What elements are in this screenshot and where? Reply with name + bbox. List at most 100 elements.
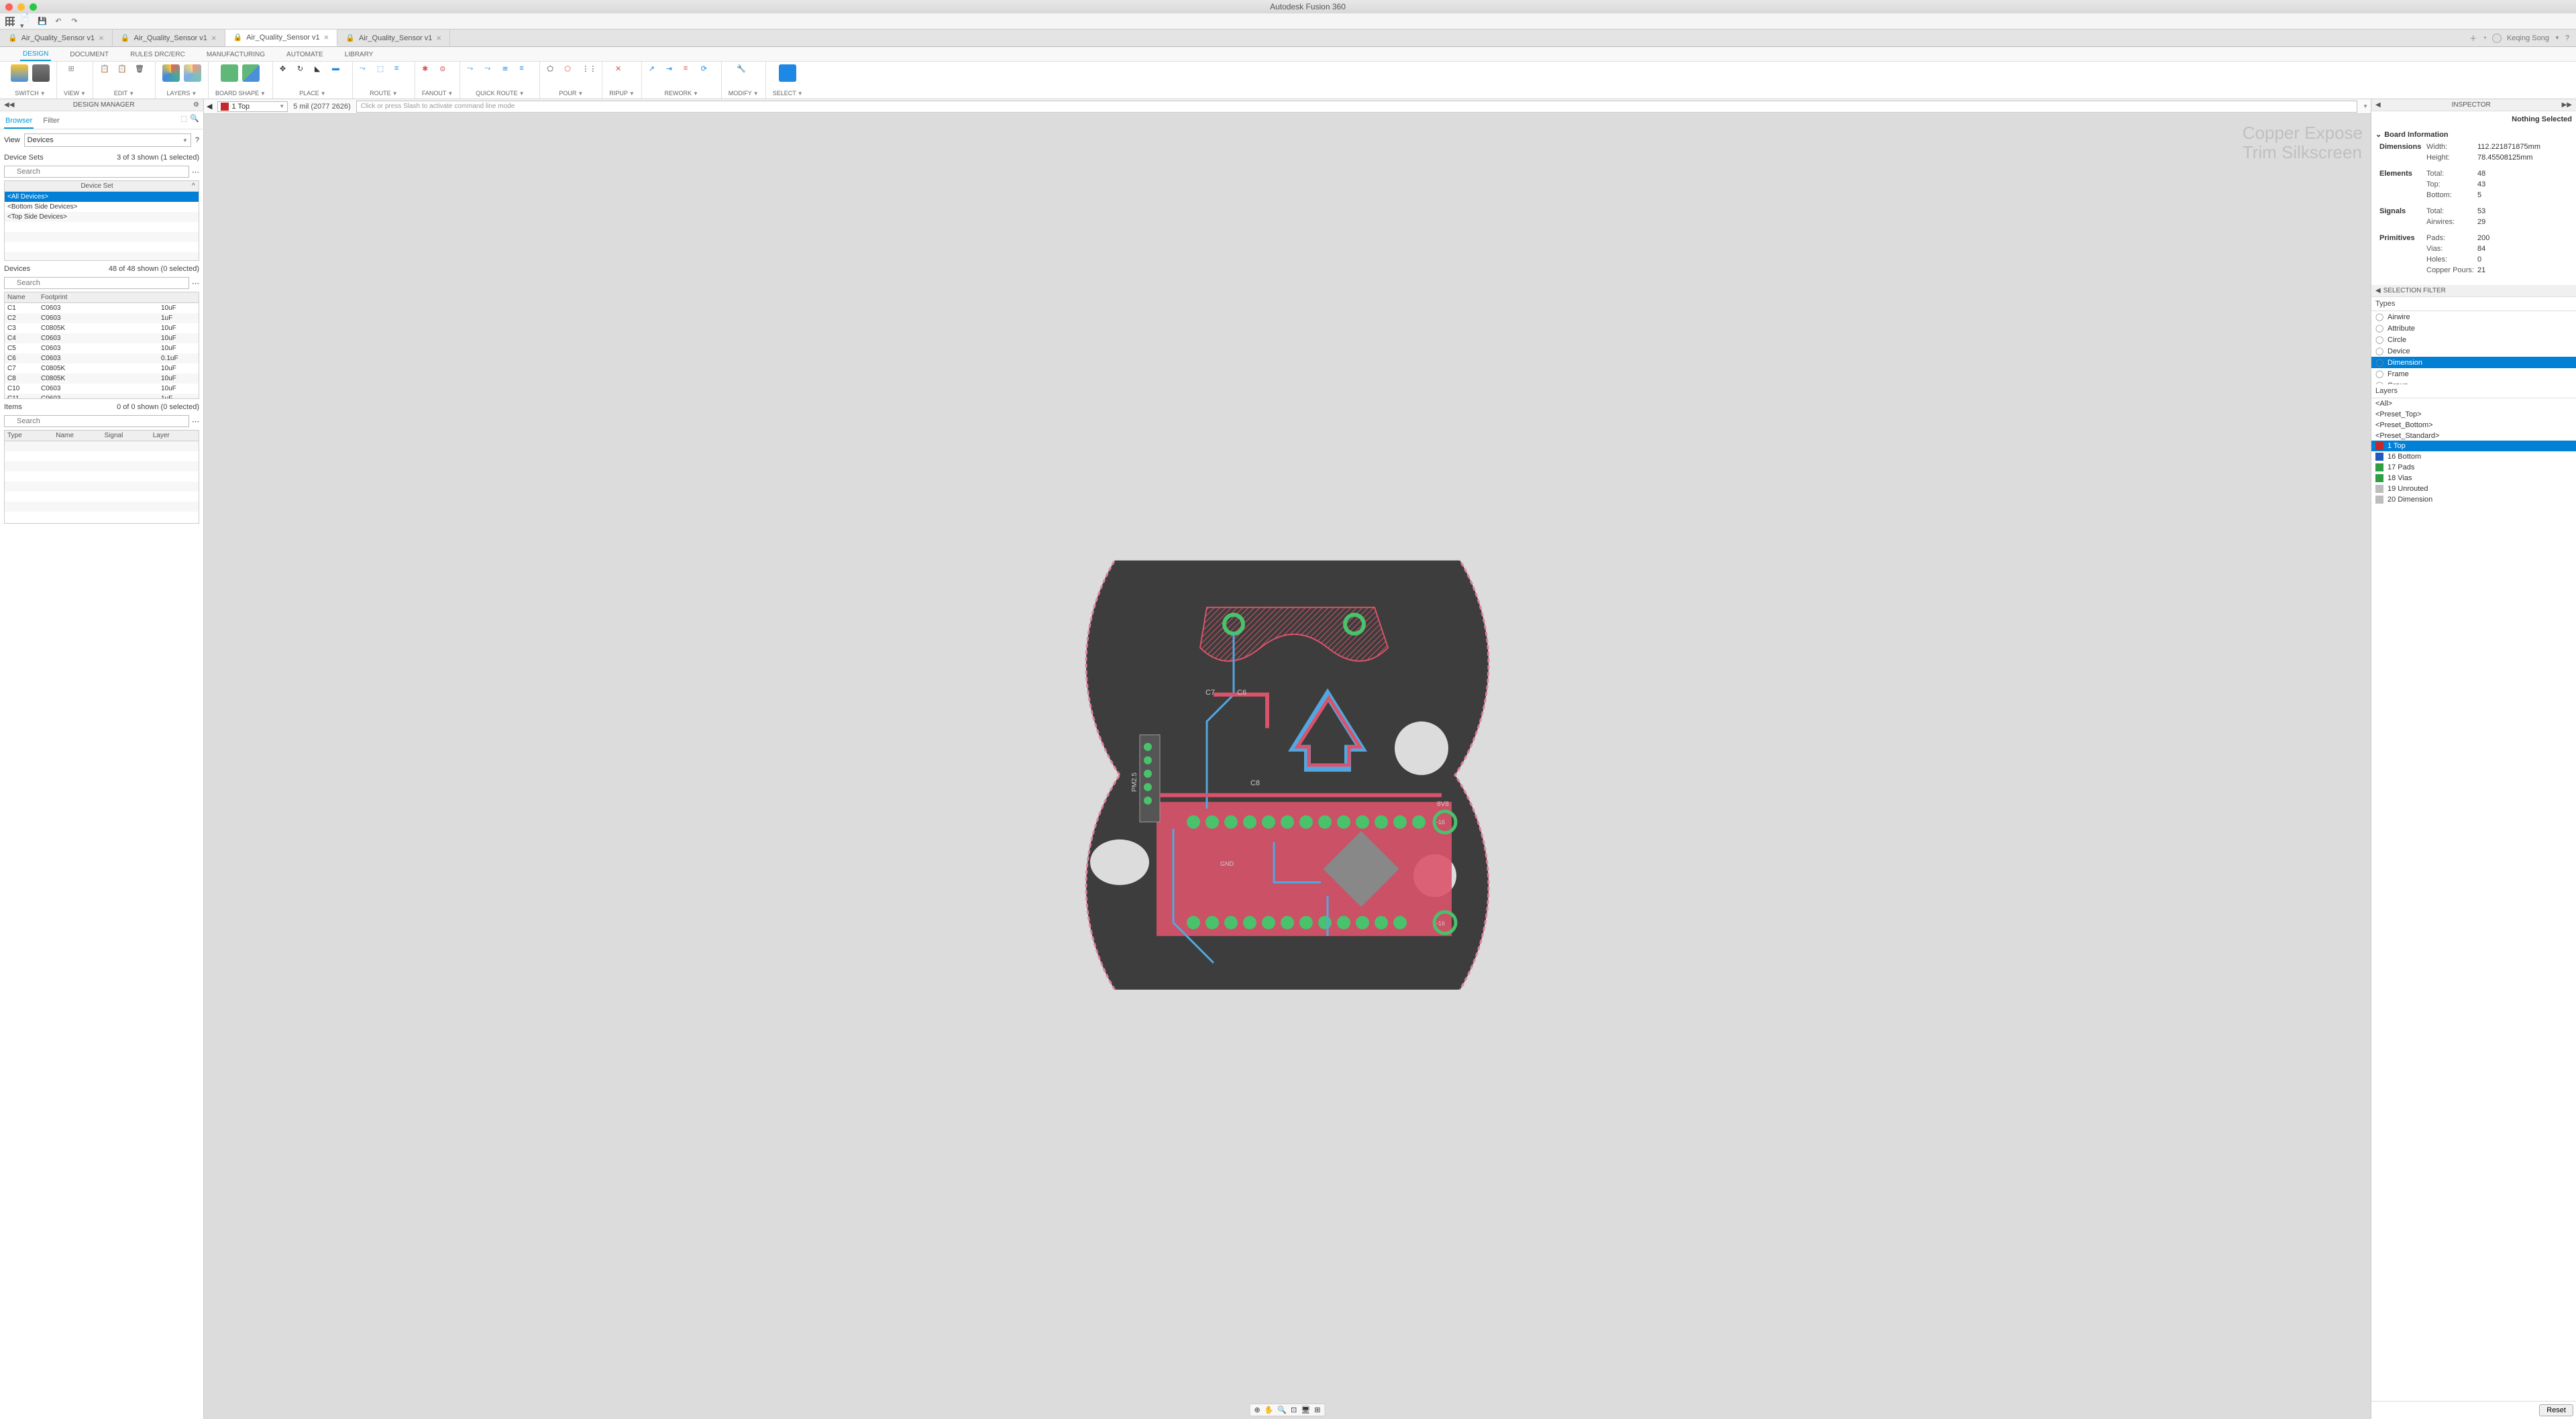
save-icon[interactable]: 💾: [36, 15, 48, 27]
extensions-icon[interactable]: ◔: [2482, 34, 2487, 42]
layer-preset[interactable]: <Preset_Standard>: [2371, 431, 2576, 441]
fanout-icon[interactable]: ✱: [422, 64, 435, 78]
quickroute-sel-icon[interactable]: ⤳: [484, 64, 498, 78]
apps-icon[interactable]: [4, 15, 16, 27]
slide-icon[interactable]: ↗: [649, 64, 662, 78]
filter-type-item[interactable]: ◯Frame: [2371, 368, 2576, 380]
new-tab-icon[interactable]: ＋: [2469, 33, 2477, 44]
user-avatar-icon[interactable]: [2492, 34, 2502, 43]
file-menu-icon[interactable]: 📄▾: [20, 15, 32, 27]
paste-icon[interactable]: 📋: [117, 64, 131, 78]
view-label[interactable]: VIEW▼: [64, 90, 86, 97]
place-label[interactable]: PLACE▼: [299, 90, 325, 97]
pour-label[interactable]: POUR▼: [559, 90, 583, 97]
ribbon-tab-document[interactable]: DOCUMENT: [67, 48, 111, 60]
col-type[interactable]: Type: [5, 431, 53, 441]
filter-tab[interactable]: Filter: [42, 114, 60, 129]
tab-close-icon[interactable]: ×: [211, 33, 217, 43]
board-shape-icon[interactable]: [242, 64, 260, 82]
route-diff-icon[interactable]: ⬚: [377, 64, 390, 78]
device-row[interactable]: C4C060310uF: [5, 333, 199, 343]
window-zoom-icon[interactable]: [30, 3, 37, 11]
help-icon[interactable]: ?: [195, 136, 199, 144]
select-icon[interactable]: [779, 64, 796, 82]
document-tab[interactable]: 🔒 Air_Quality_Sensor v1×: [113, 30, 225, 46]
move-icon[interactable]: ✥: [280, 64, 293, 78]
window-close-icon[interactable]: [5, 3, 13, 11]
fanout-via-icon[interactable]: ⊜: [439, 64, 453, 78]
layers-icon[interactable]: [162, 64, 180, 82]
switch-2d-icon[interactable]: [11, 64, 28, 82]
command-line-input[interactable]: Click or press Slash to activate command…: [356, 101, 2357, 113]
layer-item[interactable]: 17 Pads: [2371, 462, 2576, 473]
boardshape-label[interactable]: BOARD SHAPE▼: [215, 90, 266, 97]
layer-selector[interactable]: 1 Top▼: [217, 101, 288, 112]
deviceset-row[interactable]: <Top Side Devices>: [5, 212, 199, 222]
select-label[interactable]: SELECT▼: [773, 90, 803, 97]
deviceset-row[interactable]: <All Devices>: [5, 192, 199, 202]
layer-item[interactable]: 18 Vias: [2371, 473, 2576, 484]
delete-icon[interactable]: 🗑: [135, 64, 148, 78]
quickroute-label[interactable]: QUICK ROUTE▼: [476, 90, 524, 97]
device-row[interactable]: C3C0805K10uF: [5, 323, 199, 333]
panel-collapse-icon[interactable]: ◀: [2375, 101, 2381, 109]
board-info-header[interactable]: ⌄Board Information: [2371, 127, 2576, 141]
col-name[interactable]: Name: [53, 431, 101, 441]
polygon-icon[interactable]: ⬠: [547, 64, 560, 78]
device-row[interactable]: C2C06031uF: [5, 313, 199, 323]
filter-type-item[interactable]: ◯Airwire: [2371, 311, 2576, 323]
copy-icon[interactable]: 📋: [100, 64, 113, 78]
filter-type-item[interactable]: ◯Circle: [2371, 334, 2576, 345]
layer-preset[interactable]: <All>: [2371, 398, 2576, 409]
quickroute-multi-icon[interactable]: ≡: [519, 64, 533, 78]
help-icon[interactable]: ?: [2565, 34, 2569, 42]
mirror-icon[interactable]: ◣: [315, 64, 328, 78]
panel-expand-icon[interactable]: ▶▶: [2562, 101, 2572, 109]
switch-label[interactable]: SWITCH▼: [15, 90, 45, 97]
col-signal[interactable]: Signal: [102, 431, 150, 441]
layer-item[interactable]: 19 Unrouted: [2371, 484, 2576, 494]
filter-type-item[interactable]: ◯Attribute: [2371, 323, 2576, 334]
reset-button[interactable]: Reset: [2539, 1404, 2573, 1416]
switch-3d-icon[interactable]: [32, 64, 50, 82]
redo-icon[interactable]: ↷: [68, 15, 80, 27]
panel-collapse-icon[interactable]: ◀◀: [4, 101, 14, 109]
modify-label[interactable]: MODIFY▼: [729, 90, 759, 97]
grid-icon[interactable]: ⊞: [68, 64, 81, 78]
col-deviceset[interactable]: Device Set: [5, 181, 189, 191]
quickroute-diff-icon[interactable]: ≋: [502, 64, 515, 78]
ribbon-tab-library[interactable]: LIBRARY: [342, 48, 376, 60]
col-name[interactable]: Name: [5, 292, 38, 302]
tab-close-icon[interactable]: ×: [436, 33, 441, 43]
via-stitch-icon[interactable]: ⋮⋮: [582, 64, 595, 78]
rotate-icon[interactable]: ↻: [297, 64, 311, 78]
fit-icon[interactable]: ⊡: [1291, 1406, 1297, 1414]
device-row[interactable]: C10C060310uF: [5, 384, 199, 394]
route-icon[interactable]: ⤳: [360, 64, 373, 78]
filter-type-item[interactable]: ◯Dimension: [2371, 357, 2576, 368]
panel-collapse-icon[interactable]: ◀: [2375, 287, 2381, 294]
ripup-icon[interactable]: ✕: [615, 64, 629, 78]
modify-icon[interactable]: 🔧: [737, 64, 750, 78]
document-tab-active[interactable]: 🔒 Air_Quality_Sensor v1×: [225, 30, 338, 46]
filter-type-item[interactable]: ◯Group: [2371, 380, 2576, 384]
rework-del-icon[interactable]: ≡: [684, 64, 697, 78]
layers-alt-icon[interactable]: [184, 64, 201, 82]
layer-prev-icon[interactable]: ◀: [207, 102, 212, 111]
devicesets-search[interactable]: [4, 166, 189, 178]
rework-stretch-icon[interactable]: ⟳: [701, 64, 714, 78]
device-row[interactable]: C5C060310uF: [5, 343, 199, 353]
rework-icon[interactable]: ⇥: [666, 64, 680, 78]
undo-icon[interactable]: ↶: [52, 15, 64, 27]
cmd-dropdown-icon[interactable]: ▼: [2363, 103, 2368, 109]
browser-tab[interactable]: Browser: [4, 114, 34, 129]
route-label[interactable]: ROUTE▼: [370, 90, 397, 97]
orbit-icon[interactable]: ⊕: [1254, 1406, 1260, 1414]
view-select[interactable]: Devices▼: [24, 133, 191, 147]
ribbon-tab-automate[interactable]: AUTOMATE: [284, 48, 326, 60]
more-icon[interactable]: ⋯: [192, 279, 199, 288]
more-icon[interactable]: ⋯: [192, 168, 199, 176]
display-icon[interactable]: 🖥: [1301, 1406, 1310, 1414]
window-minimize-icon[interactable]: [17, 3, 25, 11]
layer-preset[interactable]: <Preset_Bottom>: [2371, 420, 2576, 431]
